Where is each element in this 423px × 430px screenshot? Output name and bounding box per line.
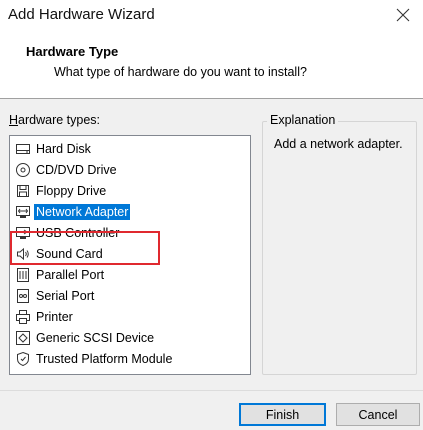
usb-icon	[14, 224, 32, 242]
list-item-label: Floppy Drive	[36, 183, 107, 198]
list-item-sound-card[interactable]: Sound Card	[14, 243, 105, 264]
close-icon	[396, 8, 410, 22]
list-item-label: Sound Card	[36, 246, 103, 261]
list-item-label: CD/DVD Drive	[36, 162, 117, 177]
list-item-label: USB Controller	[36, 225, 120, 240]
list-item-network-adapter[interactable]: Network Adapter	[14, 201, 131, 222]
list-item-trusted-platform-module[interactable]: Trusted Platform Module	[14, 348, 174, 369]
wizard-footer: Finish Cancel	[0, 390, 423, 430]
tpm-icon	[14, 350, 32, 368]
list-item-floppy-drive[interactable]: Floppy Drive	[14, 180, 108, 201]
list-item-parallel-port[interactable]: Parallel Port	[14, 264, 106, 285]
floppy-icon	[14, 182, 32, 200]
hardware-types-label-accel: H	[9, 113, 19, 127]
scsi-icon	[14, 329, 32, 347]
finish-button[interactable]: Finish	[239, 403, 326, 426]
parallel-port-icon	[14, 266, 32, 284]
list-item-label: Parallel Port	[36, 267, 105, 282]
printer-icon	[14, 308, 32, 326]
hardware-types-label: Hardware types:	[9, 113, 100, 127]
page-subtitle: What type of hardware do you want to ins…	[54, 65, 307, 79]
list-item-label: Serial Port	[36, 288, 95, 303]
hard-disk-icon	[14, 140, 32, 158]
list-item-label: Trusted Platform Module	[36, 351, 173, 366]
list-item-label: Generic SCSI Device	[36, 330, 155, 345]
explanation-groupbox	[262, 121, 417, 375]
cancel-button[interactable]: Cancel	[336, 403, 420, 426]
explanation-text: Add a network adapter.	[274, 137, 403, 151]
list-item-serial-port[interactable]: Serial Port	[14, 285, 96, 306]
list-item-usb-controller[interactable]: USB Controller	[14, 222, 121, 243]
hardware-types-label-rest: ardware types:	[18, 113, 101, 127]
wizard-header: Hardware Type What type of hardware do y…	[0, 32, 423, 98]
speaker-icon	[14, 245, 32, 263]
list-item-printer[interactable]: Printer	[14, 306, 75, 327]
serial-port-icon	[14, 287, 32, 305]
wizard-body: Hardware types: Hard Disk CD/DVD Drive F…	[0, 99, 423, 390]
list-item-generic-scsi-device[interactable]: Generic SCSI Device	[14, 327, 156, 348]
list-item-label: Printer	[36, 309, 73, 324]
list-item-cd-dvd-drive[interactable]: CD/DVD Drive	[14, 159, 119, 180]
list-item-label: Hard Disk	[36, 141, 91, 156]
hardware-types-list[interactable]: Hard Disk CD/DVD Drive Floppy Drive Netw…	[9, 135, 251, 375]
list-item-label: Network Adapter	[34, 203, 131, 220]
explanation-legend: Explanation	[267, 113, 339, 127]
add-hardware-wizard-dialog: Add Hardware Wizard Hardware Type What t…	[0, 0, 423, 430]
list-item-hard-disk[interactable]: Hard Disk	[14, 138, 93, 159]
cd-dvd-icon	[14, 161, 32, 179]
network-adapter-icon	[14, 203, 32, 221]
title-bar: Add Hardware Wizard	[0, 0, 423, 32]
close-button[interactable]	[389, 2, 417, 28]
window-title: Add Hardware Wizard	[8, 6, 155, 23]
page-title: Hardware Type	[26, 44, 119, 59]
